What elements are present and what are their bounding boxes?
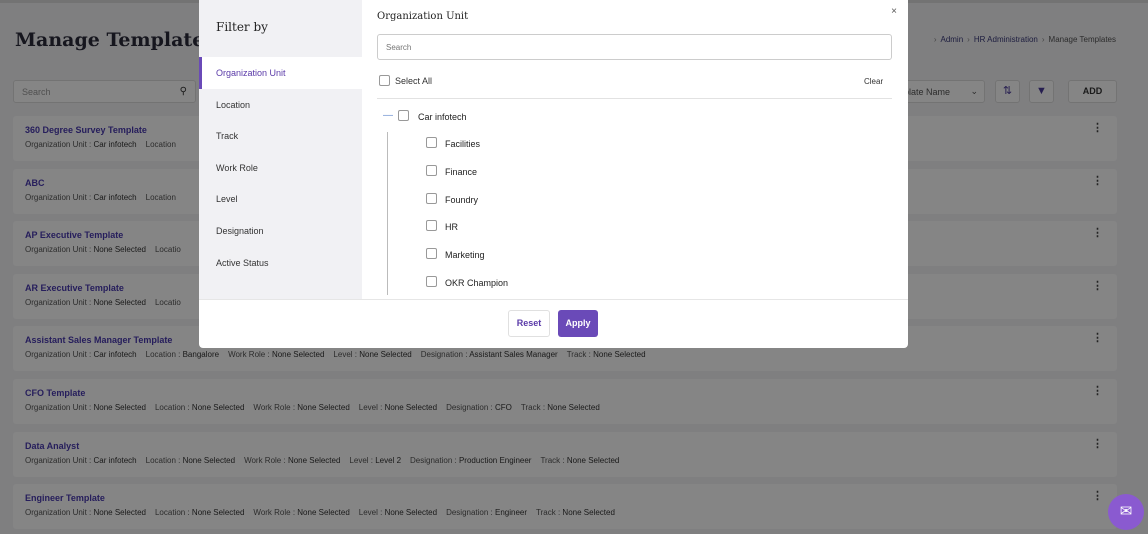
- filter-category-item[interactable]: Designation: [199, 215, 362, 247]
- tree-root-label: Car infotech: [418, 112, 467, 122]
- reset-button[interactable]: Reset: [508, 310, 550, 337]
- close-icon[interactable]: ×: [891, 6, 897, 17]
- select-all-checkbox[interactable]: [379, 75, 390, 86]
- filter-category-item[interactable]: Work Role: [199, 152, 362, 184]
- select-all-label: Select All: [395, 76, 433, 86]
- filter-category-sidebar: Filter by Organization Unit Location Track…: [199, 0, 362, 299]
- tree-child-label: Facilities: [445, 139, 481, 149]
- tree-child-label: HR: [445, 222, 458, 233]
- tree-child-label: Foundry: [445, 194, 479, 205]
- tree-child-label: Finance: [445, 166, 478, 177]
- tree-child-checkbox[interactable]: [426, 192, 437, 204]
- divider: [377, 98, 892, 99]
- filter-modal: Filter by Organization Unit Location Track…: [199, 0, 908, 348]
- clear-button[interactable]: Clear: [864, 77, 883, 86]
- minus-icon[interactable]: —: [383, 110, 393, 121]
- apply-button[interactable]: Apply: [558, 310, 598, 337]
- filter-title: Filter by: [216, 20, 268, 34]
- filter-search-input[interactable]: [377, 34, 892, 60]
- tree-child-checkbox[interactable]: [426, 276, 437, 287]
- tree-child-checkbox[interactable]: [426, 220, 437, 232]
- tree-child-label: OKR Champion: [445, 278, 509, 288]
- tree-connector: [387, 132, 388, 295]
- tree-child-label: Marketing: [445, 250, 485, 261]
- tree-root-checkbox[interactable]: [398, 110, 409, 121]
- tree-child-checkbox[interactable]: [426, 164, 437, 176]
- filter-pane-title: Organization Unit: [377, 11, 469, 22]
- filter-category-item[interactable]: Location: [199, 89, 362, 121]
- tree-child-checkbox[interactable]: [426, 248, 437, 260]
- filter-category-item[interactable]: Track: [199, 120, 362, 152]
- filter-category-item[interactable]: Organization Unit: [199, 57, 362, 89]
- filter-category-item[interactable]: Active Status: [199, 247, 362, 279]
- chat-icon[interactable]: ✉: [1108, 494, 1144, 530]
- filter-category-item[interactable]: Level: [199, 183, 362, 215]
- tree-child-checkbox[interactable]: [426, 137, 437, 148]
- footer-divider: [199, 299, 908, 300]
